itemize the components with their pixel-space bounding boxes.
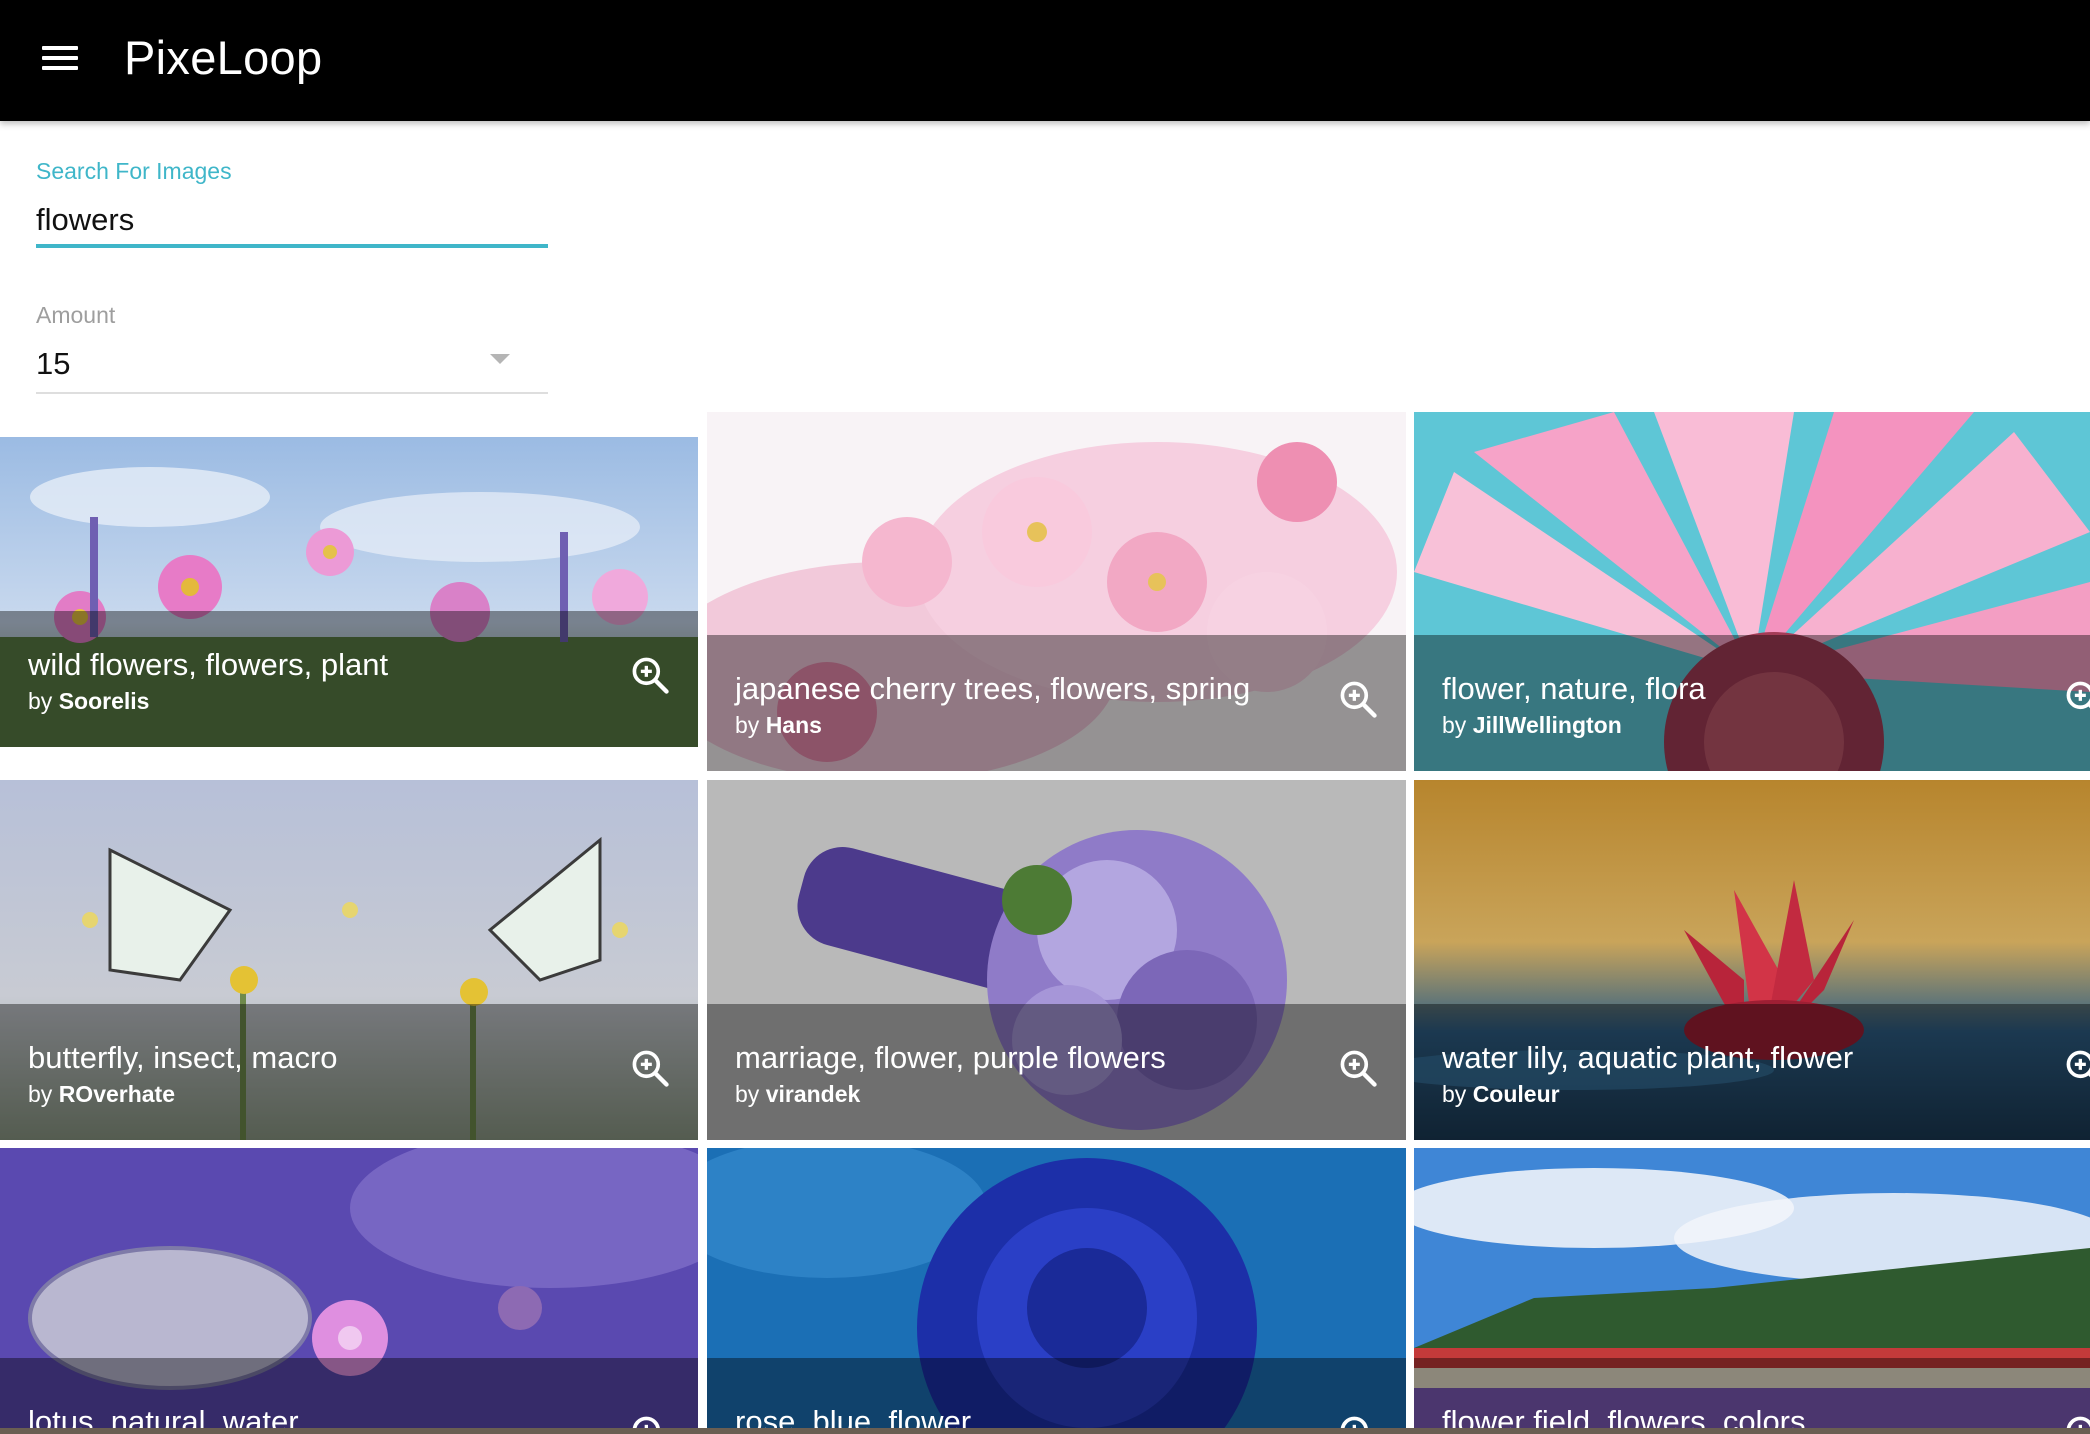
caption-bar: rose, blue, flower <box>707 1358 1406 1428</box>
zoom-in-icon[interactable] <box>628 1046 672 1090</box>
app-title: PixeLoop <box>124 31 323 84</box>
image-tile[interactable]: butterfly, insect, macro by ROverhate <box>0 780 698 1140</box>
image-tile[interactable]: marriage, flower, purple flowers by vira… <box>707 780 1406 1140</box>
zoom-in-icon[interactable] <box>628 653 672 697</box>
zoom-in-icon[interactable] <box>628 1412 672 1428</box>
image-tile[interactable]: water lily, aquatic plant, flower by Cou… <box>1414 780 2090 1140</box>
caption-bar: lotus, natural, water <box>0 1358 698 1428</box>
caption-bar: marriage, flower, purple flowers by vira… <box>707 1004 1406 1140</box>
zoom-in-icon[interactable] <box>2062 1046 2090 1090</box>
image-tile[interactable]: lotus, natural, water <box>0 1148 698 1428</box>
caption-bar: flower field, flowers, colors <box>1414 1358 2090 1428</box>
search-input[interactable] <box>36 196 548 248</box>
dropdown-arrow-icon <box>490 354 510 364</box>
search-label: Search For Images <box>36 158 232 184</box>
zoom-in-icon[interactable] <box>1336 677 1380 721</box>
caption-bar: butterfly, insect, macro by ROverhate <box>0 1004 698 1140</box>
image-title: japanese cherry trees, flowers, spring <box>735 671 1251 706</box>
image-tile[interactable]: japanese cherry trees, flowers, spring b… <box>707 412 1406 771</box>
image-title: flower, nature, flora <box>1442 671 1706 706</box>
image-title: butterfly, insect, macro <box>28 1040 338 1075</box>
zoom-in-icon[interactable] <box>2062 1412 2090 1428</box>
image-title: wild flowers, flowers, plant <box>28 647 389 682</box>
caption-bar: wild flowers, flowers, plant by Soorelis <box>0 611 698 747</box>
amount-select[interactable]: 15 <box>36 338 548 394</box>
app-bar: PixeLoop <box>0 0 2090 121</box>
amount-value: 15 <box>36 346 71 381</box>
amount-label: Amount <box>36 302 116 328</box>
image-tile[interactable]: rose, blue, flower <box>707 1148 1406 1428</box>
caption-bar: flower, nature, flora by JillWellington <box>1414 635 2090 771</box>
image-tile[interactable]: wild flowers, flowers, plant by Soorelis <box>0 437 698 747</box>
image-author: by ROverhate <box>28 1081 176 1107</box>
image-author: by Soorelis <box>28 688 150 714</box>
bottom-edge <box>0 1428 2090 1434</box>
zoom-in-icon[interactable] <box>1336 1046 1380 1090</box>
image-title: lotus, natural, water <box>28 1404 299 1428</box>
image-title: water lily, aquatic plant, flower <box>1442 1040 1854 1075</box>
image-tile[interactable]: flower field, flowers, colors <box>1414 1148 2090 1428</box>
caption-bar: water lily, aquatic plant, flower by Cou… <box>1414 1004 2090 1140</box>
image-tile[interactable]: flower, nature, flora by JillWellington <box>1414 412 2090 771</box>
image-title: rose, blue, flower <box>735 1404 972 1428</box>
image-title: marriage, flower, purple flowers <box>735 1040 1166 1075</box>
zoom-in-icon[interactable] <box>2062 677 2090 721</box>
image-author: by JillWellington <box>1442 712 1622 738</box>
menu-icon[interactable] <box>40 38 80 78</box>
caption-bar: japanese cherry trees, flowers, spring b… <box>707 635 1406 771</box>
zoom-in-icon[interactable] <box>1336 1412 1380 1428</box>
image-author: by Hans <box>735 712 822 738</box>
image-author: by Couleur <box>1442 1081 1560 1107</box>
image-title: flower field, flowers, colors <box>1442 1404 1806 1428</box>
image-author: by virandek <box>735 1081 861 1107</box>
